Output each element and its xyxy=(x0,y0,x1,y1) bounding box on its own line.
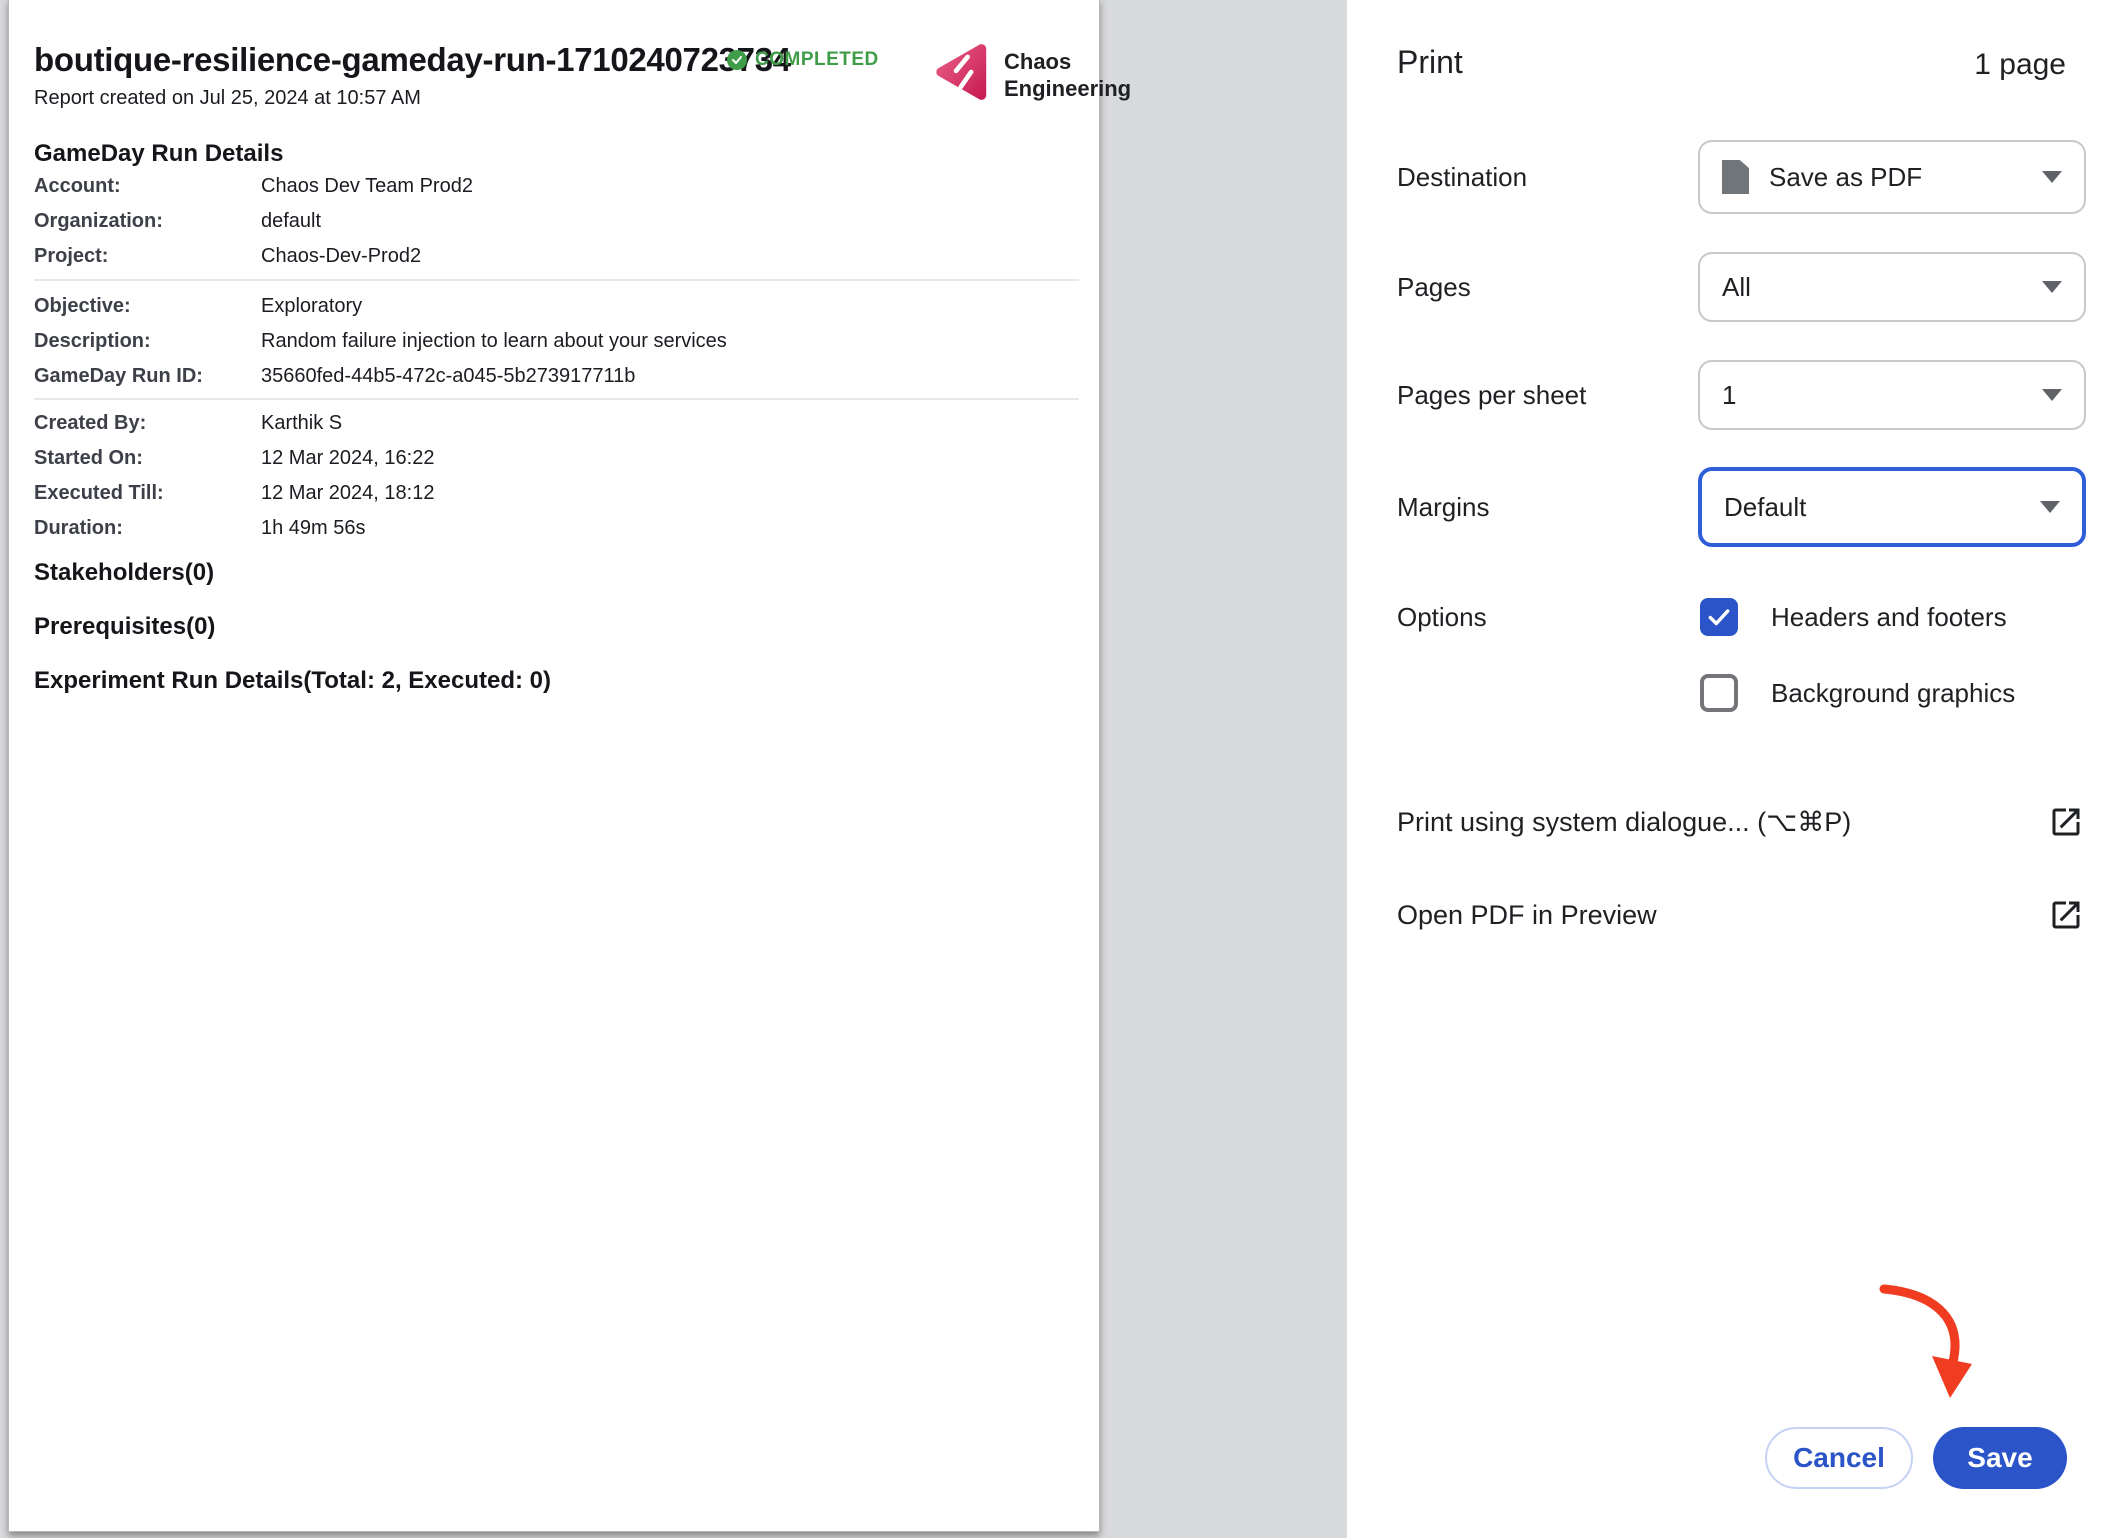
detail-row-gameday-run-id: GameDay Run ID: 35660fed-44b5-472c-a045-… xyxy=(34,365,635,391)
caret-down-icon xyxy=(2042,389,2062,401)
print-preview-area: boutique-resilience-gameday-run-17102407… xyxy=(0,0,1347,1538)
check-icon xyxy=(1706,604,1732,630)
pages-dropdown[interactable]: All xyxy=(1698,252,2086,322)
preview-page: boutique-resilience-gameday-run-17102407… xyxy=(8,0,1100,1532)
external-link-icon[interactable] xyxy=(2048,804,2084,840)
page-count: 1 page xyxy=(1974,48,2066,82)
caret-down-icon xyxy=(2042,171,2062,183)
background-graphics-checkbox[interactable] xyxy=(1700,674,1738,712)
check-circle-icon xyxy=(727,50,747,70)
external-link-icon[interactable] xyxy=(2048,897,2084,933)
prerequisites-heading: Prerequisites(0) xyxy=(34,613,215,641)
detail-row-started-on: Started On: 12 Mar 2024, 16:22 xyxy=(34,447,434,473)
divider xyxy=(34,279,1079,281)
pdf-document-icon xyxy=(1722,160,1749,194)
pages-per-sheet-label: Pages per sheet xyxy=(1397,360,1586,430)
stakeholders-heading: Stakeholders(0) xyxy=(34,559,214,587)
caret-down-icon xyxy=(2040,501,2060,513)
report-title: boutique-resilience-gameday-run-17102407… xyxy=(34,41,791,79)
detail-row-executed-till: Executed Till: 12 Mar 2024, 18:12 xyxy=(34,482,434,508)
detail-row-duration: Duration: 1h 49m 56s xyxy=(34,517,366,543)
print-system-dialog-link[interactable]: Print using system dialogue... (⌥⌘P) xyxy=(1397,800,1851,844)
pages-label: Pages xyxy=(1397,252,1471,322)
cancel-button[interactable]: Cancel xyxy=(1765,1427,1913,1489)
margins-label: Margins xyxy=(1397,467,1489,547)
headers-and-footers-checkbox[interactable] xyxy=(1700,598,1738,636)
detail-row-organization: Organization: default xyxy=(34,210,321,236)
detail-row-objective: Objective: Exploratory xyxy=(34,295,362,321)
gameday-details-heading: GameDay Run Details xyxy=(34,140,283,168)
background-graphics-label: Background graphics xyxy=(1771,674,2015,712)
detail-row-project: Project: Chaos-Dev-Prod2 xyxy=(34,245,421,271)
open-pdf-in-preview-link[interactable]: Open PDF in Preview xyxy=(1397,893,1657,937)
destination-value: Save as PDF xyxy=(1769,162,1922,193)
status-badge-label: COMPLETED xyxy=(755,49,879,71)
report-created-line: Report created on Jul 25, 2024 at 10:57 … xyxy=(34,87,421,110)
destination-dropdown[interactable]: Save as PDF xyxy=(1698,140,2086,214)
save-button[interactable]: Save xyxy=(1933,1427,2067,1489)
detail-row-description: Description: Random failure injection to… xyxy=(34,330,727,356)
margins-dropdown[interactable]: Default xyxy=(1698,467,2086,547)
print-dialog-title: Print xyxy=(1397,44,1463,81)
pages-per-sheet-value: 1 xyxy=(1722,380,1736,411)
divider xyxy=(34,398,1079,400)
pages-value: All xyxy=(1722,272,1751,303)
detail-row-created-by: Created By: Karthik S xyxy=(34,412,342,438)
detail-row-account: Account: Chaos Dev Team Prod2 xyxy=(34,175,473,201)
chaos-engineering-logo xyxy=(934,43,992,106)
margins-value: Default xyxy=(1724,492,1806,523)
caret-down-icon xyxy=(2042,281,2062,293)
headers-and-footers-label: Headers and footers xyxy=(1771,598,2007,636)
destination-label: Destination xyxy=(1397,140,1527,214)
print-dialog-screen: boutique-resilience-gameday-run-17102407… xyxy=(0,0,2110,1538)
status-badge: COMPLETED xyxy=(727,49,879,71)
brand-name: Chaos Engineering xyxy=(1004,48,1131,102)
experiment-run-details-heading: Experiment Run Details(Total: 2, Execute… xyxy=(34,667,551,695)
brand-lockup: Chaos Engineering xyxy=(934,43,1131,106)
print-settings-panel: Print 1 page Destination Save as PDF Pag… xyxy=(1347,0,2110,1538)
options-label: Options xyxy=(1397,598,1487,636)
pages-per-sheet-dropdown[interactable]: 1 xyxy=(1698,360,2086,430)
